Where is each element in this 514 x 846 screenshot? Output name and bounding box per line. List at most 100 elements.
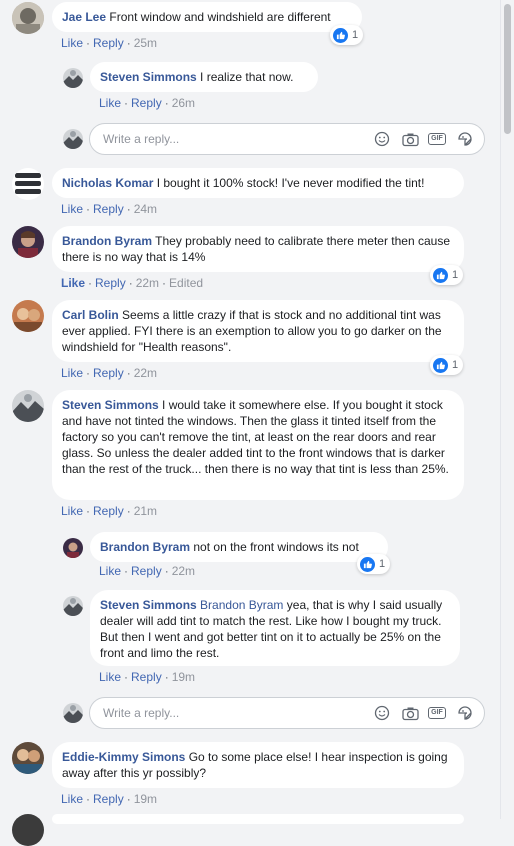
avatar[interactable] — [63, 538, 83, 558]
like-link[interactable]: Like — [61, 36, 83, 50]
like-link[interactable]: Like — [61, 792, 83, 806]
reply-input[interactable] — [101, 131, 355, 147]
avatar[interactable] — [12, 168, 44, 200]
comment-bubble: Carl Bolin Seems a little crazy if that … — [52, 300, 464, 362]
comment-text: not on the front windows its not — [193, 540, 359, 554]
comment-text: I bought it 100% stock! I've never modif… — [156, 176, 425, 190]
avatar[interactable] — [12, 2, 44, 34]
commenter-name[interactable]: Jae Lee — [62, 10, 106, 24]
edited-label[interactable]: Edited — [169, 276, 203, 290]
reply-link[interactable]: Reply — [93, 36, 124, 50]
gif-icon[interactable]: GIF — [427, 704, 447, 722]
like-link-active[interactable]: Like — [61, 276, 85, 290]
camera-icon[interactable] — [400, 704, 420, 722]
thumbs-up-icon — [433, 267, 448, 283]
avatar[interactable] — [12, 742, 44, 774]
comment-actions: Like · Reply · 22m — [61, 366, 158, 380]
commenter-name[interactable]: Brandon Byram — [62, 234, 152, 248]
comment-actions: Like · Reply · 22m — [99, 564, 196, 578]
comment-actions: Like · Reply · 22m · Edited — [61, 276, 204, 290]
comment-text: Seems a little crazy if that is stock an… — [62, 308, 442, 354]
thumbs-up-icon — [360, 556, 375, 572]
commenter-name[interactable]: Brandon Byram — [100, 540, 190, 554]
reply-box[interactable]: GIF — [89, 123, 485, 155]
avatar[interactable] — [63, 68, 83, 88]
commenter-name[interactable]: Steven Simmons — [100, 70, 197, 84]
reply-input[interactable] — [101, 705, 355, 721]
reaction-count[interactable]: 1 — [430, 355, 464, 375]
sticker-icon[interactable] — [455, 130, 475, 148]
thumbs-up-icon — [433, 357, 448, 373]
comment-actions: Like · Reply · 25m — [61, 36, 158, 50]
like-link[interactable]: Like — [99, 96, 121, 110]
mention-link[interactable]: Brandon Byram — [200, 598, 283, 612]
comment-bubble: Brandon Byram They probably need to cali… — [52, 226, 464, 272]
comment-bubble: Brandon Byram not on the front windows i… — [90, 532, 388, 562]
reply-link[interactable]: Reply — [131, 670, 162, 684]
comment-bubble: Steven Simmons I would take it somewhere… — [52, 390, 464, 500]
commenter-name[interactable]: Steven Simmons — [62, 398, 159, 412]
comment-bubble: Jae Lee Front window and windshield are … — [52, 2, 362, 32]
timestamp[interactable]: 26m — [172, 96, 195, 110]
avatar-image — [12, 168, 44, 200]
reply-link[interactable]: Reply — [93, 504, 124, 518]
avatar-image — [12, 226, 44, 258]
commenter-name[interactable]: Eddie-Kimmy Simons — [62, 750, 185, 764]
timestamp[interactable]: 22m — [134, 366, 157, 380]
comment-text: I realize that now. — [200, 70, 294, 84]
reaction-count[interactable]: 1 — [357, 554, 391, 574]
reply-link[interactable]: Reply — [131, 96, 162, 110]
reply-box[interactable]: GIF — [89, 697, 485, 729]
comment-bubble: Nicholas Komar I bought it 100% stock! I… — [52, 168, 464, 198]
my-avatar — [63, 703, 83, 723]
avatar-image — [63, 129, 83, 149]
like-link[interactable]: Like — [61, 366, 83, 380]
gif-icon[interactable]: GIF — [427, 130, 447, 148]
comment-text: Front window and windshield are differen… — [109, 10, 331, 24]
timestamp[interactable]: 22m — [136, 276, 159, 290]
reply-link[interactable]: Reply — [93, 202, 124, 216]
avatar[interactable] — [12, 226, 44, 258]
commenter-name[interactable]: Carl Bolin — [62, 308, 119, 322]
timestamp[interactable]: 25m — [134, 36, 157, 50]
like-link[interactable]: Like — [61, 202, 83, 216]
avatar-image — [12, 742, 44, 774]
emoji-icon[interactable] — [372, 704, 392, 722]
comment-bubble: Eddie-Kimmy Simons Go to some place else… — [52, 742, 464, 788]
commenter-name[interactable]: Nicholas Komar — [62, 176, 153, 190]
avatar-image — [12, 300, 44, 332]
timestamp[interactable]: 24m — [134, 202, 157, 216]
avatar[interactable] — [12, 300, 44, 332]
avatar[interactable] — [63, 596, 83, 616]
reply-link[interactable]: Reply — [93, 366, 124, 380]
like-link[interactable]: Like — [99, 564, 121, 578]
my-avatar — [63, 129, 83, 149]
comment-actions: Like · Reply · 19m — [61, 792, 158, 806]
camera-icon[interactable] — [400, 130, 420, 148]
sticker-icon[interactable] — [455, 704, 475, 722]
emoji-icon[interactable] — [372, 130, 392, 148]
comment-bubble — [52, 814, 464, 824]
timestamp[interactable]: 22m — [172, 564, 195, 578]
avatar[interactable] — [12, 390, 44, 422]
comment-actions: Like · Reply · 21m — [61, 504, 158, 518]
timestamp[interactable]: 19m — [172, 670, 195, 684]
reply-link[interactable]: Reply — [95, 276, 126, 290]
timestamp[interactable]: 21m — [134, 504, 157, 518]
reaction-count[interactable]: 1 — [430, 265, 464, 285]
commenter-name[interactable]: Steven Simmons — [100, 598, 197, 612]
like-link[interactable]: Like — [61, 504, 83, 518]
avatar-image — [12, 2, 44, 34]
timestamp[interactable]: 19m — [134, 792, 157, 806]
scrollbar-thumb[interactable] — [504, 4, 511, 134]
avatar-image — [63, 596, 83, 616]
comment-bubble: Steven Simmons Brandon Byram yea, that i… — [90, 590, 460, 666]
reaction-count[interactable]: 1 — [330, 25, 364, 45]
like-link[interactable]: Like — [99, 670, 121, 684]
comment-actions: Like · Reply · 26m — [99, 96, 196, 110]
comment-actions: Like · Reply · 19m — [99, 670, 196, 684]
reply-link[interactable]: Reply — [93, 792, 124, 806]
reply-link[interactable]: Reply — [131, 564, 162, 578]
thumbs-up-icon — [333, 27, 348, 43]
scrollbar[interactable] — [500, 0, 514, 819]
